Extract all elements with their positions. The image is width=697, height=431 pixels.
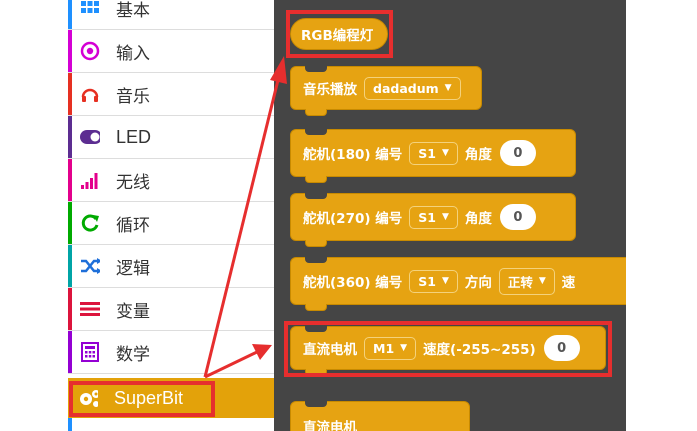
arrow-line-up <box>203 75 281 378</box>
annotation-arrows <box>203 56 287 379</box>
arrow-head-up-icon <box>270 56 287 84</box>
arrow-line-right <box>204 350 258 379</box>
